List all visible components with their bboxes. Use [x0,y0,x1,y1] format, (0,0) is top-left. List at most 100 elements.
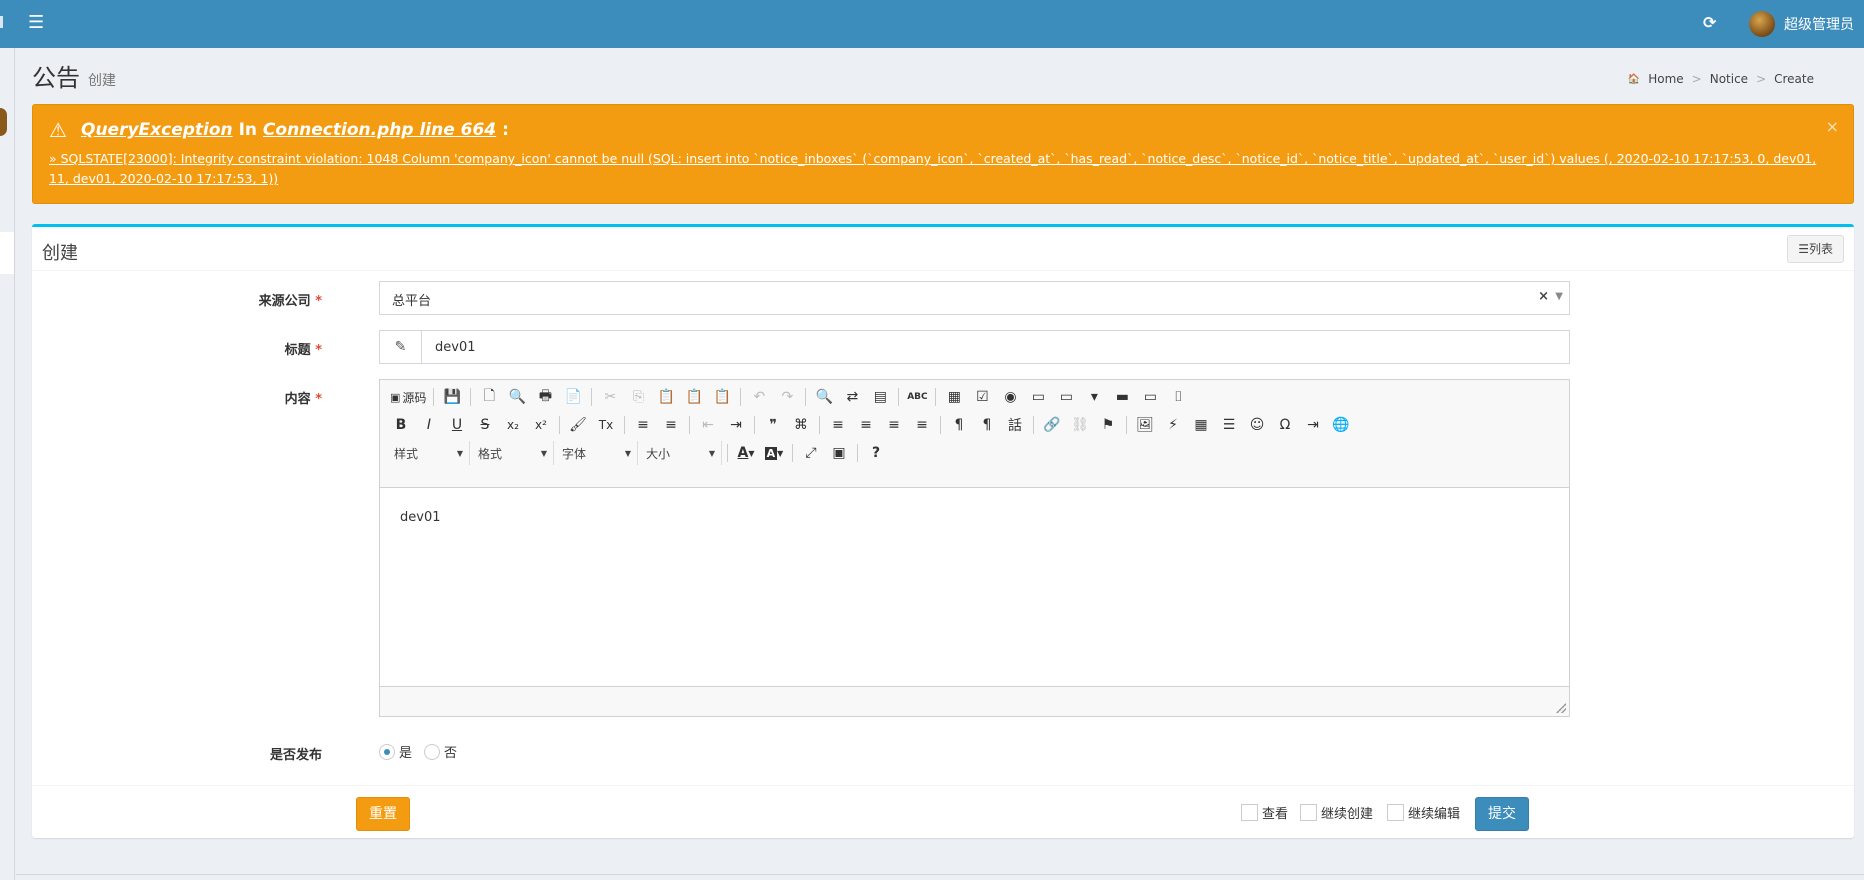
view-checkbox[interactable]: 查看 [1241,803,1288,822]
textarea-icon[interactable]: ▭ [1053,384,1079,410]
indent-icon[interactable]: ⇥ [723,412,749,438]
paste-word-icon[interactable]: 📋 [709,384,735,410]
checkbox-box[interactable] [1241,804,1258,821]
continue-create-checkbox[interactable]: 继续创建 [1300,803,1373,822]
cut-icon[interactable]: ✂ [597,384,623,410]
redo-icon[interactable]: ↷ [774,384,800,410]
templates-icon[interactable]: 📄 [560,384,586,410]
resize-grip-icon[interactable] [1556,703,1566,713]
numbered-list-icon[interactable]: ≡ [630,412,656,438]
italic-icon[interactable]: I [416,412,442,438]
clear-icon[interactable]: × [1538,289,1549,304]
copy-format-icon[interactable]: 🖌 [565,412,591,438]
textfield-icon[interactable]: ▭ [1025,384,1051,410]
bulleted-list-icon[interactable]: ≡ [658,412,684,438]
style-combo[interactable]: 样式 ▼ [388,441,470,465]
toolbar-separator [433,388,435,406]
title-input[interactable] [423,331,1568,363]
special-char-icon[interactable]: Ω [1272,412,1298,438]
preview-icon[interactable]: 🔍 [504,384,530,410]
maximize-icon[interactable]: ⤢ [798,440,824,466]
smiley-icon[interactable]: ☺ [1244,412,1270,438]
close-icon[interactable]: × [1826,117,1839,136]
breadcrumb-home[interactable]: Home [1648,72,1683,86]
exception-link[interactable]: QueryException [81,120,233,140]
copy-icon[interactable]: ⎘ [625,384,651,410]
table-icon[interactable]: ▦ [1188,412,1214,438]
image-button-icon[interactable]: ▭ [1137,384,1163,410]
radio-icon[interactable]: ◉ [997,384,1023,410]
bg-color-button[interactable]: A ▼ [761,440,787,466]
image-icon[interactable]: 🖼 [1132,412,1158,438]
bold-icon[interactable]: B [388,412,414,438]
outdent-icon[interactable]: ⇤ [695,412,721,438]
alert-detail-toggle[interactable]: » SQLSTATE[23000]: Integrity constraint … [49,149,1839,189]
unlink-icon[interactable]: ⛓ [1067,412,1093,438]
subscript-icon[interactable]: x₂ [500,412,526,438]
save-icon[interactable]: 💾 [439,384,465,410]
size-combo[interactable]: 大小 ▼ [640,441,722,465]
underline-icon[interactable]: U [444,412,470,438]
rtl-icon[interactable]: ¶ [974,412,1000,438]
find-icon[interactable]: 🔍 [811,384,837,410]
editor-content-area[interactable]: dev01 [380,487,1569,687]
submit-button[interactable]: 提交 [1475,797,1529,831]
help-icon[interactable]: ? [863,440,889,466]
checkbox-box[interactable] [1387,804,1404,821]
remove-format-icon[interactable]: Tx [593,412,619,438]
text-color-button[interactable]: A ▼ [733,440,759,466]
file-link[interactable]: Connection.php line 664 [263,120,496,140]
continue-edit-checkbox[interactable]: 继续编辑 [1387,803,1460,822]
horizontal-rule-icon[interactable]: ☰ [1216,412,1242,438]
form-icon[interactable]: ▦ [941,384,967,410]
paste-text-icon[interactable]: 📋 [681,384,707,410]
source-button[interactable]: ▣ 源码 [388,384,428,410]
justify-icon[interactable]: ≡ [909,412,935,438]
show-blocks-icon[interactable]: ▣ [826,440,852,466]
publish-yes-radio[interactable] [379,743,395,760]
undo-icon[interactable]: ↶ [746,384,772,410]
language-icon[interactable]: 話 [1002,412,1028,438]
font-combo[interactable]: 字体 ▼ [556,441,638,465]
align-center-icon[interactable]: ≡ [853,412,879,438]
publish-yes-label[interactable]: 是 [399,742,412,761]
company-select[interactable]: 总平台 × ▼ [379,281,1570,315]
new-page-icon[interactable]: 🗋 [476,384,502,410]
publish-no-radio[interactable] [424,743,441,760]
paste-icon[interactable]: 📋 [653,384,679,410]
button-icon[interactable]: ▬ [1109,384,1135,410]
checkbox-box[interactable] [1300,804,1317,821]
list-button[interactable]: ☰列表 [1787,235,1844,263]
print-icon[interactable]: 🖶 [532,384,558,410]
align-right-icon[interactable]: ≡ [881,412,907,438]
breadcrumb-notice[interactable]: Notice [1710,72,1748,86]
menu-toggle-icon[interactable]: ☰ [28,12,44,33]
checkbox-icon[interactable]: ☑ [969,384,995,410]
select-icon[interactable]: ▾ [1081,384,1107,410]
select-all-icon[interactable]: ▤ [867,384,893,410]
refresh-icon[interactable]: ⟳ [1703,13,1716,32]
hidden-field-icon[interactable]: ⌷ [1165,384,1191,410]
page-break-icon[interactable]: ⇥ [1300,412,1326,438]
source-icon: ▣ [390,390,401,404]
sidebar-active-item[interactable] [0,232,14,274]
iframe-icon[interactable]: 🌐 [1328,412,1354,438]
company-select-value: 总平台 [392,294,432,309]
strike-icon[interactable]: S [472,412,498,438]
publish-no-label[interactable]: 否 [444,742,457,761]
create-div-icon[interactable]: ⌘ [788,412,814,438]
link-icon[interactable]: 🔗 [1039,412,1065,438]
format-combo[interactable]: 格式 ▼ [472,441,554,465]
anchor-icon[interactable]: ⚑ [1095,412,1121,438]
superscript-icon[interactable]: x² [528,412,554,438]
spellcheck-icon[interactable]: ABC [904,384,930,410]
user-name[interactable]: 超级管理员 [1784,14,1854,34]
chevron-down-icon: ▼ [540,448,547,458]
avatar[interactable] [1749,11,1775,37]
blockquote-icon[interactable]: ❞ [760,412,786,438]
ltr-icon[interactable]: ¶ [946,412,972,438]
align-left-icon[interactable]: ≡ [825,412,851,438]
reset-button[interactable]: 重置 [356,797,410,831]
flash-icon[interactable]: ⚡ [1160,412,1186,438]
replace-icon[interactable]: ⇄ [839,384,865,410]
